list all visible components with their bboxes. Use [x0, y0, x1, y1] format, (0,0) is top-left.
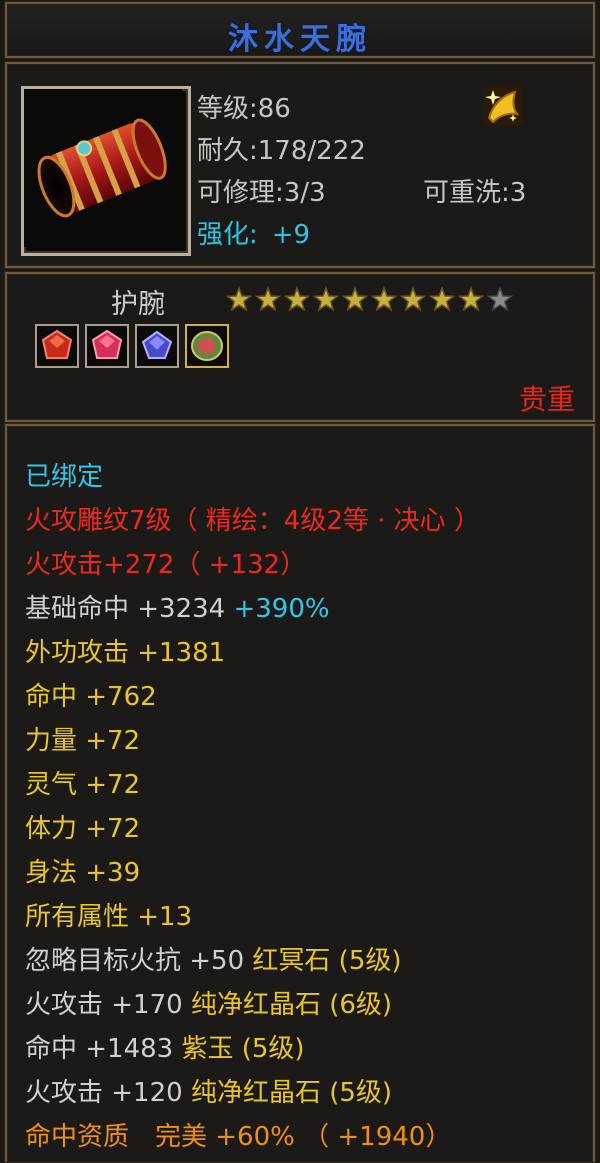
stat-line: 外功攻击 +1381 [25, 638, 226, 668]
base-hit-label: 基础命中 +3234 [25, 594, 226, 624]
gem-stat-line: 忽略目标火抗 +50 红冥石 (5级) [25, 940, 402, 977]
stat-line: 力量 +72 [25, 726, 141, 756]
gem-name: 纯净红晶石 (5级) [190, 1078, 393, 1108]
star-filled-icon [370, 285, 398, 312]
star-filled-icon [341, 285, 369, 312]
enhance-value: +9 [271, 220, 311, 250]
fire-attack-line: 火攻击+272（ +132） [25, 550, 307, 580]
repair-label: 可修理: [197, 178, 284, 208]
item-type-section: 护腕 贵重 [5, 272, 595, 422]
gem-stat: 命中 +1483 [25, 1034, 174, 1064]
star-filled-icon [399, 285, 427, 312]
rarity-label: 贵重 [518, 383, 575, 416]
star-filled-icon [283, 285, 311, 312]
gem-stat-line: 火攻击 +120 纯净红晶石 (5级) [25, 1072, 392, 1109]
item-title: 沐水天腕 [228, 22, 372, 57]
star-filled-icon [457, 285, 485, 312]
aptitude-line: 命中资质 完美 +60% （ +1940） [25, 1122, 452, 1152]
base-hit-line: 基础命中 +3234 +390% [25, 588, 330, 625]
bracer-icon [21, 86, 191, 256]
stat-line: 灵气 +72 [25, 770, 141, 800]
stat-line: 身法 +39 [25, 858, 141, 888]
stat-line: 命中 +762 [25, 682, 157, 712]
item-type-label: 护腕 [111, 289, 165, 320]
enhance-stat: 强化: +9 [197, 214, 310, 251]
level-stat: 等级:86 [197, 88, 291, 125]
gem-name: 红冥石 (5级) [252, 946, 402, 976]
gem-stat: 火攻击 +120 [25, 1078, 183, 1108]
gem-stat: 忽略目标火抗 +50 [25, 946, 245, 976]
star-filled-icon [428, 285, 456, 312]
engraving-line: 火攻雕纹7级（ 精绘：4级2等 · 决心 ） [25, 506, 480, 536]
repair-stat: 可修理:3/3 [197, 172, 326, 209]
gold-sparkle-badge-icon [481, 84, 525, 128]
gem-stat-line: 命中 +1483 紫玉 (5级) [25, 1028, 305, 1065]
gem-slot-4[interactable] [185, 324, 229, 368]
stat-line: 体力 +72 [25, 814, 141, 844]
stat-line: 所有属性 +13 [25, 902, 193, 932]
item-tooltip: 沐水天腕 等级:86 耐久:178/222 可修理:3/3 可重洗:3 强化: … [0, 0, 600, 1163]
gem-slot-3[interactable] [135, 324, 179, 368]
star-rating [225, 284, 515, 316]
red-gem-icon [41, 329, 73, 359]
rewash-stat: 可重洗:3 [423, 172, 526, 209]
level-label: 等级: [197, 94, 258, 124]
rewash-value: 3 [509, 178, 527, 208]
item-header: 等级:86 耐久:178/222 可修理:3/3 可重洗:3 强化: +9 [5, 62, 595, 268]
title-bar: 沐水天腕 [5, 2, 595, 58]
blue-purple-gem-icon [141, 330, 173, 359]
base-hit-bonus: +390% [233, 594, 330, 624]
star-filled-icon [254, 285, 282, 312]
durability-value: 178/222 [257, 136, 366, 166]
gem-slot-1[interactable] [35, 324, 79, 368]
rewash-label: 可重洗: [423, 178, 510, 208]
star-filled-icon [312, 285, 340, 312]
star-filled-icon [225, 285, 253, 312]
star-empty-icon [486, 285, 514, 312]
green-red-gem-icon [191, 331, 223, 361]
attributes-section: 已绑定 火攻雕纹7级（ 精绘：4级2等 · 决心 ） 火攻击+272（ +132… [5, 424, 595, 1162]
durability-label: 耐久: [197, 136, 258, 166]
gem-stat: 火攻击 +170 [25, 990, 183, 1020]
pink-gem-icon [91, 329, 123, 359]
durability-stat: 耐久:178/222 [197, 130, 366, 167]
enhance-label: 强化: [197, 220, 258, 250]
bound-status: 已绑定 [25, 462, 104, 492]
gem-name: 纯净红晶石 (6级) [190, 990, 393, 1020]
gem-name: 紫玉 (5级) [181, 1034, 305, 1064]
repair-value: 3/3 [283, 178, 326, 208]
gem-stat-line: 火攻击 +170 纯净红晶石 (6级) [25, 984, 392, 1021]
gem-slot-2[interactable] [85, 324, 129, 368]
level-value: 86 [257, 94, 291, 124]
